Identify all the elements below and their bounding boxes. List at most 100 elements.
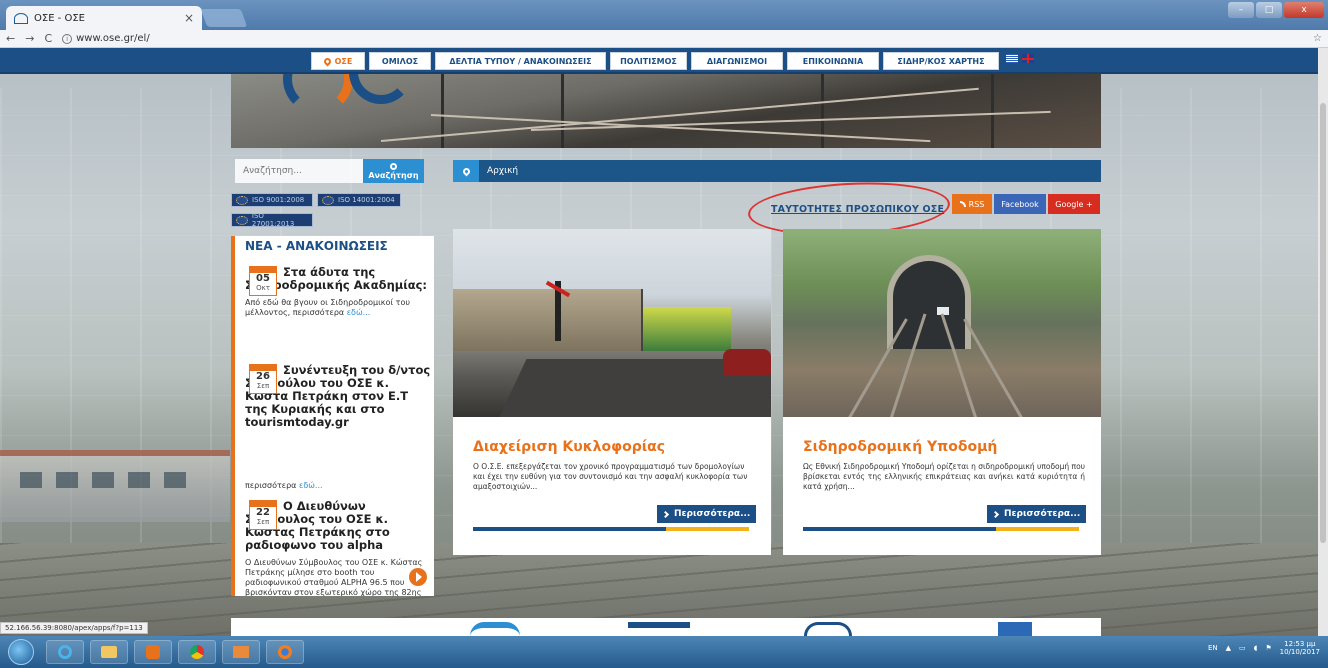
google-plus-button[interactable]: Google + [1048, 194, 1100, 214]
language-indicator[interactable]: EN [1208, 644, 1218, 652]
card-title[interactable]: Σιδηροδρομική Υποδομή [803, 439, 997, 455]
tab-close-icon[interactable]: × [184, 11, 194, 25]
taskbar-chrome[interactable] [178, 640, 216, 664]
news-panel: ΝΕΑ - ΑΝΑΚΟΙΝΩΣΕΙΣ 05 Οκτ Στα άδυτα της … [231, 236, 434, 596]
card-divider [803, 527, 1079, 531]
reload-button[interactable]: C [44, 32, 52, 45]
nav-item-contact[interactable]: ΕΠΙΚΟΙΝΩΝΙΑ [787, 52, 879, 70]
iso-label: ISO 9001:2008 [252, 196, 305, 204]
nav-item-press[interactable]: ΔΕΛΤΙΑ ΤΥΠΟΥ / ΑΝΑΚΟΙΝΩΣΕΙΣ [435, 52, 606, 70]
media-player-icon [146, 645, 160, 659]
card-traffic: Διαχείριση Κυκλοφορίας Ο Ο.Σ.Ε. επεξεργά… [453, 229, 771, 555]
partner-logo[interactable] [470, 622, 520, 636]
iso-9001-badge: ISO 9001:2008 [231, 193, 313, 207]
calendar-icon: 22 Σεπ [249, 500, 277, 530]
location-pin-icon [322, 56, 333, 66]
card-title[interactable]: Διαχείριση Κυκλοφορίας [473, 439, 665, 455]
rss-icon [959, 201, 966, 207]
clock-date: 10/10/2017 [1279, 648, 1320, 656]
forward-button[interactable]: → [25, 32, 34, 45]
search-icon [390, 162, 397, 170]
iso-label: ISO 14001:2004 [338, 196, 395, 204]
card-text: Ο Ο.Σ.Ε. επεξεργάζεται τον χρονικό προγρ… [473, 462, 748, 491]
facebook-button[interactable]: Facebook [994, 194, 1046, 214]
card-infrastructure: Σιδηροδρομική Υποδομή Ως Εθνική Σιδηροδρ… [783, 229, 1101, 555]
firefox-icon [278, 645, 292, 659]
breadcrumb-home[interactable]: Αρχική [487, 166, 518, 176]
ose-app-icon [233, 646, 249, 658]
iso-27001-badge: ISO 27001:2013 [231, 212, 313, 228]
news-item[interactable]: 26 Σεπ Συνέντευξη του δ/ντος Συμβούλου τ… [245, 364, 433, 429]
network-icon[interactable]: ▭ [1239, 644, 1246, 652]
news-body-text: περισσότερα [245, 481, 299, 490]
maximize-button[interactable]: □ [1256, 2, 1282, 18]
nav-item-railmap[interactable]: ΣΙΔΗΡ/ΚΟΣ ΧΑΡΤΗΣ [883, 52, 999, 70]
close-window-button[interactable]: x [1284, 2, 1324, 18]
breadcrumb-pin-icon[interactable] [453, 160, 479, 182]
start-button[interactable] [8, 639, 34, 665]
new-tab-button[interactable] [200, 9, 248, 27]
address-bar: ← → C i www.ose.gr/el/ ☆ [0, 30, 1328, 48]
news-day: 05 [256, 273, 270, 284]
ose-favicon-icon [14, 12, 28, 24]
partner-logo[interactable] [804, 622, 852, 636]
ose-logo [283, 74, 353, 114]
eu-stars-icon [236, 215, 248, 225]
minimize-button[interactable]: – [1228, 2, 1254, 18]
news-more: περισσότερα εδώ... [245, 481, 323, 490]
clock[interactable]: 12:53 μμ 10/10/2017 [1280, 640, 1320, 656]
search-button-label: Αναζήτηση [368, 170, 419, 180]
iso-14001-badge: ISO 14001:2004 [317, 193, 401, 207]
tray-up-arrow-icon[interactable]: ▲ [1226, 644, 1231, 652]
flag-icon[interactable]: ⚑ [1265, 644, 1271, 652]
taskbar-ose[interactable] [222, 640, 260, 664]
staff-ids-link[interactable]: ΤΑΥΤΟΤΗΤΕΣ ΠΡΟΣΩΠΙΚΟΥ ΟΣΕ [771, 204, 944, 215]
volume-icon[interactable]: ◖ [1254, 644, 1258, 652]
eu-stars-icon [322, 195, 334, 205]
nav-item-group[interactable]: ΟΜΙΛΟΣ [369, 52, 431, 70]
nav-item-culture[interactable]: ΠΟΛΙΤΙΣΜΟΣ [610, 52, 687, 70]
chrome-icon [190, 645, 204, 659]
news-month: Οκτ [256, 284, 270, 292]
search-input[interactable] [235, 159, 363, 183]
taskbar-firefox[interactable] [266, 640, 304, 664]
partner-logo[interactable] [628, 622, 690, 636]
back-button[interactable]: ← [6, 32, 15, 45]
rss-button[interactable]: RSS [952, 194, 992, 214]
eu-stars-icon [236, 195, 248, 205]
scrollbar-thumb[interactable] [1320, 103, 1326, 543]
iso-label: ISO 27001:2013 [251, 212, 295, 228]
page-scrollbar[interactable] [1318, 48, 1328, 636]
clock-time: 12:53 μμ [1284, 640, 1316, 648]
language-switcher [1006, 54, 1034, 63]
search-button[interactable]: Αναζήτηση [363, 159, 424, 183]
nav-item-ose[interactable]: ΟΣΕ [311, 52, 365, 70]
folder-icon [101, 646, 117, 658]
news-more-link[interactable]: εδώ... [299, 481, 323, 490]
news-more-link[interactable]: εδώ... [347, 308, 371, 317]
internet-explorer-icon [58, 645, 72, 659]
news-month: Σεπ [256, 382, 270, 390]
uk-flag-icon[interactable] [1022, 54, 1034, 63]
system-tray: EN ▲ ▭ ◖ ⚑ 12:53 μμ 10/10/2017 [1208, 640, 1320, 656]
info-icon[interactable]: i [62, 33, 73, 44]
greek-flag-icon[interactable] [1006, 54, 1018, 63]
next-arrow-button[interactable] [409, 568, 427, 586]
chevron-right-icon [991, 510, 1000, 518]
url-field[interactable]: i www.ose.gr/el/ [62, 33, 150, 44]
more-button-label: Περισσότερα... [1004, 509, 1081, 519]
more-button[interactable]: Περισσότερα... [657, 505, 757, 523]
news-month: Σεπ [256, 518, 270, 526]
news-body: Από εδώ θα βγουν οι Σιδηροδρομικοί του μ… [245, 298, 433, 318]
partner-logo[interactable] [998, 622, 1032, 636]
taskbar-explorer[interactable] [90, 640, 128, 664]
news-body: Ο Διευθύνων Σύμβουλος του ΟΣΕ κ. Κώστας … [245, 558, 423, 596]
taskbar-ie[interactable] [46, 640, 84, 664]
taskbar-media[interactable] [134, 640, 172, 664]
news-item[interactable]: 22 Σεπ Ο Διευθύνων Σύμβουλος του ΟΣΕ κ. … [245, 500, 433, 597]
nav-item-tenders[interactable]: ΔΙΑΓΩΝΙΣΜΟΙ [691, 52, 783, 70]
news-item[interactable]: 05 Οκτ Στα άδυτα της Σιδηροδρομικής Ακαδ… [245, 266, 433, 318]
browser-tab[interactable]: ΟΣΕ - ΟΣΕ × [6, 6, 202, 30]
bookmark-star-icon[interactable]: ☆ [1313, 33, 1322, 44]
more-button[interactable]: Περισσότερα... [987, 505, 1087, 523]
